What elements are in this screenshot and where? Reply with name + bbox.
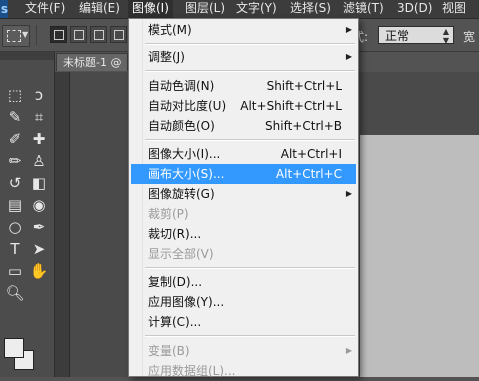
- style-select-value: 正常: [385, 29, 410, 43]
- menu-item-auto-color[interactable]: 自动颜色(O) Shift+Ctrl+B: [131, 116, 356, 136]
- tool-preset-picker[interactable]: ▼: [2, 25, 30, 47]
- intersect-selection-button[interactable]: [110, 26, 127, 43]
- menu-item-apply-image[interactable]: 应用图像(Y)...: [131, 292, 356, 312]
- menu-separator: [145, 267, 355, 269]
- menu-item-mode[interactable]: 模式(M) ▶: [131, 20, 356, 40]
- add-selection-button[interactable]: [70, 26, 87, 43]
- menu-item-canvas-size[interactable]: 画布大小(S)... Alt+Ctrl+C: [131, 164, 356, 184]
- menu-bar: s 文件(F) 编辑(E) 图像(I) 图层(L) 文字(Y) 选择(S) 滤镜…: [0, 0, 479, 19]
- menu-item-image-size[interactable]: 图像大小(I)... Alt+Ctrl+I: [131, 144, 356, 164]
- shape-icon[interactable]: ▭: [4, 260, 26, 282]
- healing-brush-icon[interactable]: ✚: [28, 128, 50, 150]
- menu-item-reveal-all[interactable]: 显示全部(V): [131, 244, 356, 264]
- marquee-icon[interactable]: ⬚: [4, 84, 26, 106]
- chevron-right-icon: ▶: [345, 52, 352, 61]
- clone-stamp-icon[interactable]: ♙: [28, 150, 50, 172]
- menu-image[interactable]: 图像(I): [128, 0, 173, 18]
- style-select[interactable]: 正常 ▲ ▼: [378, 26, 454, 45]
- history-brush-icon[interactable]: ↺: [4, 172, 26, 194]
- menu-item-calculations[interactable]: 计算(C)...: [131, 312, 356, 332]
- panel-grip[interactable]: [0, 52, 54, 60]
- menu-filter[interactable]: 滤镜(T): [343, 0, 384, 18]
- chevron-right-icon: ▶: [345, 346, 352, 355]
- gradient-icon[interactable]: ▤: [4, 194, 26, 216]
- add-selection-icon: [74, 30, 84, 40]
- lasso-icon[interactable]: ↄ: [28, 84, 50, 106]
- menu-select[interactable]: 选择(S): [290, 0, 331, 18]
- menu-3d[interactable]: 3D(D): [397, 0, 432, 18]
- brush-icon[interactable]: ✏: [4, 150, 26, 172]
- menu-item-adjustments[interactable]: 调整(J) ▶: [131, 47, 356, 67]
- subtract-selection-button[interactable]: [90, 26, 107, 43]
- path-select-icon[interactable]: ➤: [28, 238, 50, 260]
- menu-edit[interactable]: 编辑(E): [79, 0, 120, 18]
- width-label: 宽: [463, 30, 476, 44]
- subtract-selection-icon: [94, 30, 104, 40]
- menu-item-trim[interactable]: 裁切(R)...: [131, 224, 356, 244]
- dodge-icon[interactable]: ○: [4, 216, 26, 238]
- menu-separator: [145, 139, 355, 141]
- eyedropper-icon[interactable]: ✐: [4, 128, 26, 150]
- intersect-selection-icon: [114, 30, 124, 40]
- menu-item-variables[interactable]: 变量(B) ▶: [131, 341, 356, 361]
- menu-item-auto-contrast[interactable]: 自动对比度(U) Alt+Shift+Ctrl+L: [131, 96, 356, 116]
- hand-icon[interactable]: ✋: [28, 260, 50, 282]
- chevron-right-icon: ▶: [345, 189, 352, 198]
- vertical-ruler: [55, 72, 70, 377]
- foreground-color-swatch[interactable]: [4, 338, 24, 358]
- menu-view[interactable]: 视图: [442, 0, 466, 18]
- pen-icon[interactable]: ✒: [28, 216, 50, 238]
- menu-item-auto-tone[interactable]: 自动色调(N) Shift+Ctrl+L: [131, 76, 356, 96]
- eraser-icon[interactable]: ◧: [28, 172, 50, 194]
- menu-separator: [145, 335, 355, 337]
- zoom-icon[interactable]: 🔍︎: [4, 282, 26, 304]
- menu-file[interactable]: 文件(F): [25, 0, 65, 18]
- menu-item-image-rotation[interactable]: 图像旋转(G) ▶: [131, 184, 356, 204]
- new-selection-icon: [54, 30, 64, 40]
- image-menu-dropdown: 模式(M) ▶ 调整(J) ▶ 自动色调(N) Shift+Ctrl+L 自动对…: [128, 18, 359, 378]
- menu-separator: [145, 43, 355, 45]
- new-selection-button[interactable]: [50, 26, 67, 43]
- document-tab[interactable]: 未标题-1 @: [56, 53, 128, 71]
- menu-item-duplicate[interactable]: 复制(D)...: [131, 272, 356, 292]
- canvas[interactable]: [360, 135, 479, 377]
- crop-icon[interactable]: ⌗: [28, 106, 50, 128]
- menu-type[interactable]: 文字(Y): [236, 0, 277, 18]
- menu-item-apply-data-set[interactable]: 应用数据组(L)...: [131, 361, 356, 381]
- select-arrows-icon: ▲ ▼: [442, 27, 449, 45]
- photoshop-logo: s: [0, 0, 8, 18]
- divider: [36, 25, 37, 45]
- menu-item-crop[interactable]: 裁剪(P): [131, 204, 356, 224]
- chevron-down-icon: ▼: [22, 30, 29, 39]
- blur-icon[interactable]: ◉: [28, 194, 50, 216]
- menu-separator: [145, 70, 355, 72]
- quick-select-icon[interactable]: ✎: [4, 106, 26, 128]
- marquee-preset-icon: [7, 30, 21, 42]
- menu-layer[interactable]: 图层(L): [185, 0, 225, 18]
- type-icon[interactable]: T: [4, 238, 26, 260]
- chevron-right-icon: ▶: [345, 25, 352, 34]
